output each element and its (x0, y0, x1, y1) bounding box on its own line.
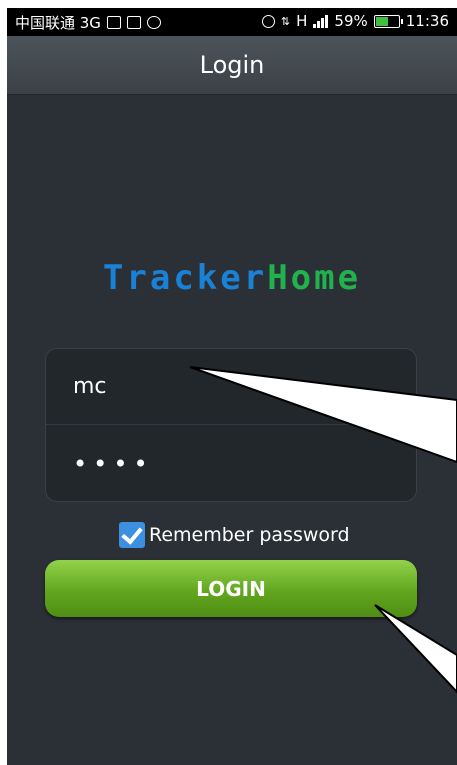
username-callout-pointer (189, 366, 457, 464)
callout-pointers (189, 366, 457, 694)
login-callout-pointer (374, 604, 457, 694)
